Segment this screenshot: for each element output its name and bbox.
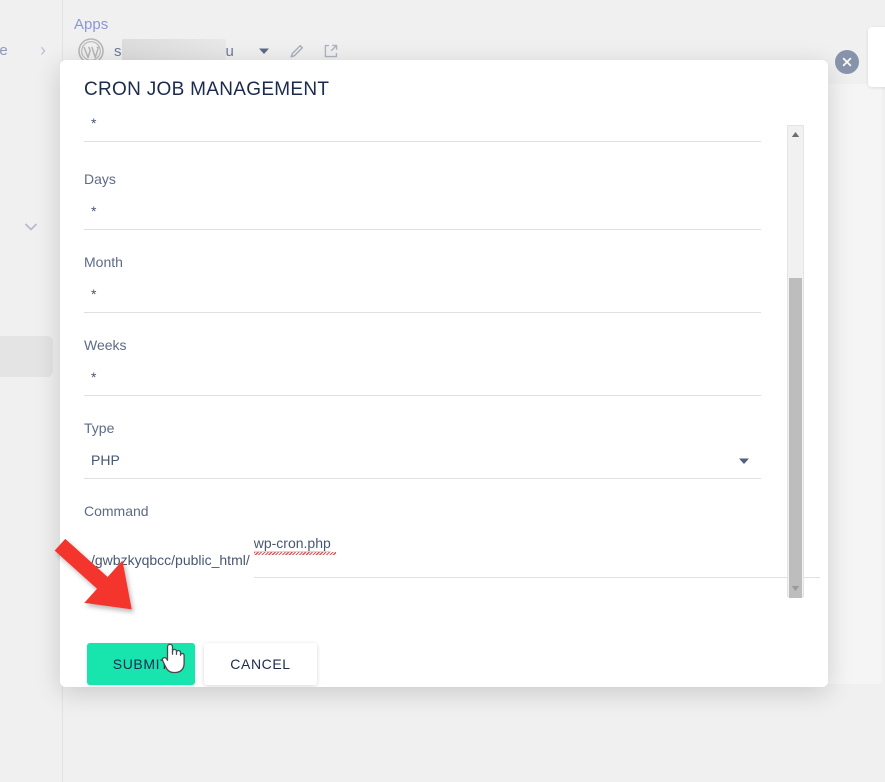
field-type-select[interactable]: PHP <box>84 452 761 478</box>
cancel-button[interactable]: CANCEL <box>204 643 317 685</box>
field-weeks-underline <box>84 395 761 396</box>
field-type-value[interactable]: PHP <box>84 452 761 478</box>
field-command: Command /gwbzkyqbcc/public_html/ wp-cron… <box>84 503 820 578</box>
modal-vertical-scrollbar[interactable] <box>787 125 804 598</box>
sidebar-chevron-down-icon[interactable] <box>22 218 40 236</box>
field-weeks: Weeks * <box>84 337 761 396</box>
field-type-underline <box>84 478 761 479</box>
command-input-wrapper[interactable]: wp-cron.php <box>253 535 820 578</box>
close-icon <box>842 57 852 67</box>
field-days-underline <box>84 229 761 230</box>
field-month-underline <box>84 312 761 313</box>
cron-job-management-modal: CRON JOB MANAGEMENT * Days * Month * Wee… <box>60 60 828 687</box>
modal-title: CRON JOB MANAGEMENT <box>84 79 330 100</box>
background-left-panel <box>0 0 63 782</box>
chevron-down-icon[interactable] <box>256 43 272 59</box>
submit-button[interactable]: SUBMIT <box>87 643 195 685</box>
field-weeks-value[interactable]: * <box>84 369 761 395</box>
scrollbar-down-arrow-icon[interactable] <box>788 580 803 596</box>
sidebar-selected-item[interactable] <box>0 336 53 377</box>
modal-scrollable-form: * Days * Month * Weeks * Type PHP Comman… <box>60 115 828 595</box>
field-hours-underline <box>84 141 761 142</box>
field-month-label: Month <box>84 254 123 270</box>
field-hours: * <box>84 115 761 142</box>
field-month: Month * <box>84 254 761 313</box>
chevron-down-icon[interactable] <box>737 454 751 468</box>
app-name-redacted: su <box>114 38 234 64</box>
modal-footer: SUBMIT CANCEL <box>60 595 828 687</box>
field-hours-value[interactable]: * <box>84 115 761 141</box>
field-type: Type PHP <box>84 420 761 479</box>
command-input-underline <box>253 577 820 578</box>
modal-close-button[interactable] <box>835 50 859 74</box>
field-command-label: Command <box>84 503 149 519</box>
apps-breadcrumb-link[interactable]: Apps <box>74 16 108 33</box>
field-type-label: Type <box>84 420 115 436</box>
background-right-card <box>868 27 885 87</box>
field-days-value[interactable]: * <box>84 203 761 229</box>
field-weeks-label: Weeks <box>84 337 127 353</box>
app-name-suffix: u <box>225 42 234 60</box>
scrollbar-up-arrow-icon[interactable] <box>788 126 803 142</box>
command-input-value[interactable]: wp-cron.php <box>253 535 336 561</box>
scrollbar-thumb[interactable] <box>789 278 802 598</box>
external-link-icon[interactable] <box>322 42 340 60</box>
field-days: Days * <box>84 171 761 230</box>
field-month-value[interactable]: * <box>84 286 761 312</box>
field-days-label: Days <box>84 171 116 187</box>
edit-pencil-icon[interactable] <box>288 42 306 60</box>
breadcrumb-separator: › <box>40 40 46 60</box>
breadcrumb-server-label[interactable]: erve <box>0 42 8 59</box>
command-path-prefix: /gwbzkyqbcc/public_html/ <box>91 552 250 568</box>
app-name-prefix: s <box>114 42 122 60</box>
field-command-row: /gwbzkyqbcc/public_html/ wp-cron.php <box>84 535 820 578</box>
